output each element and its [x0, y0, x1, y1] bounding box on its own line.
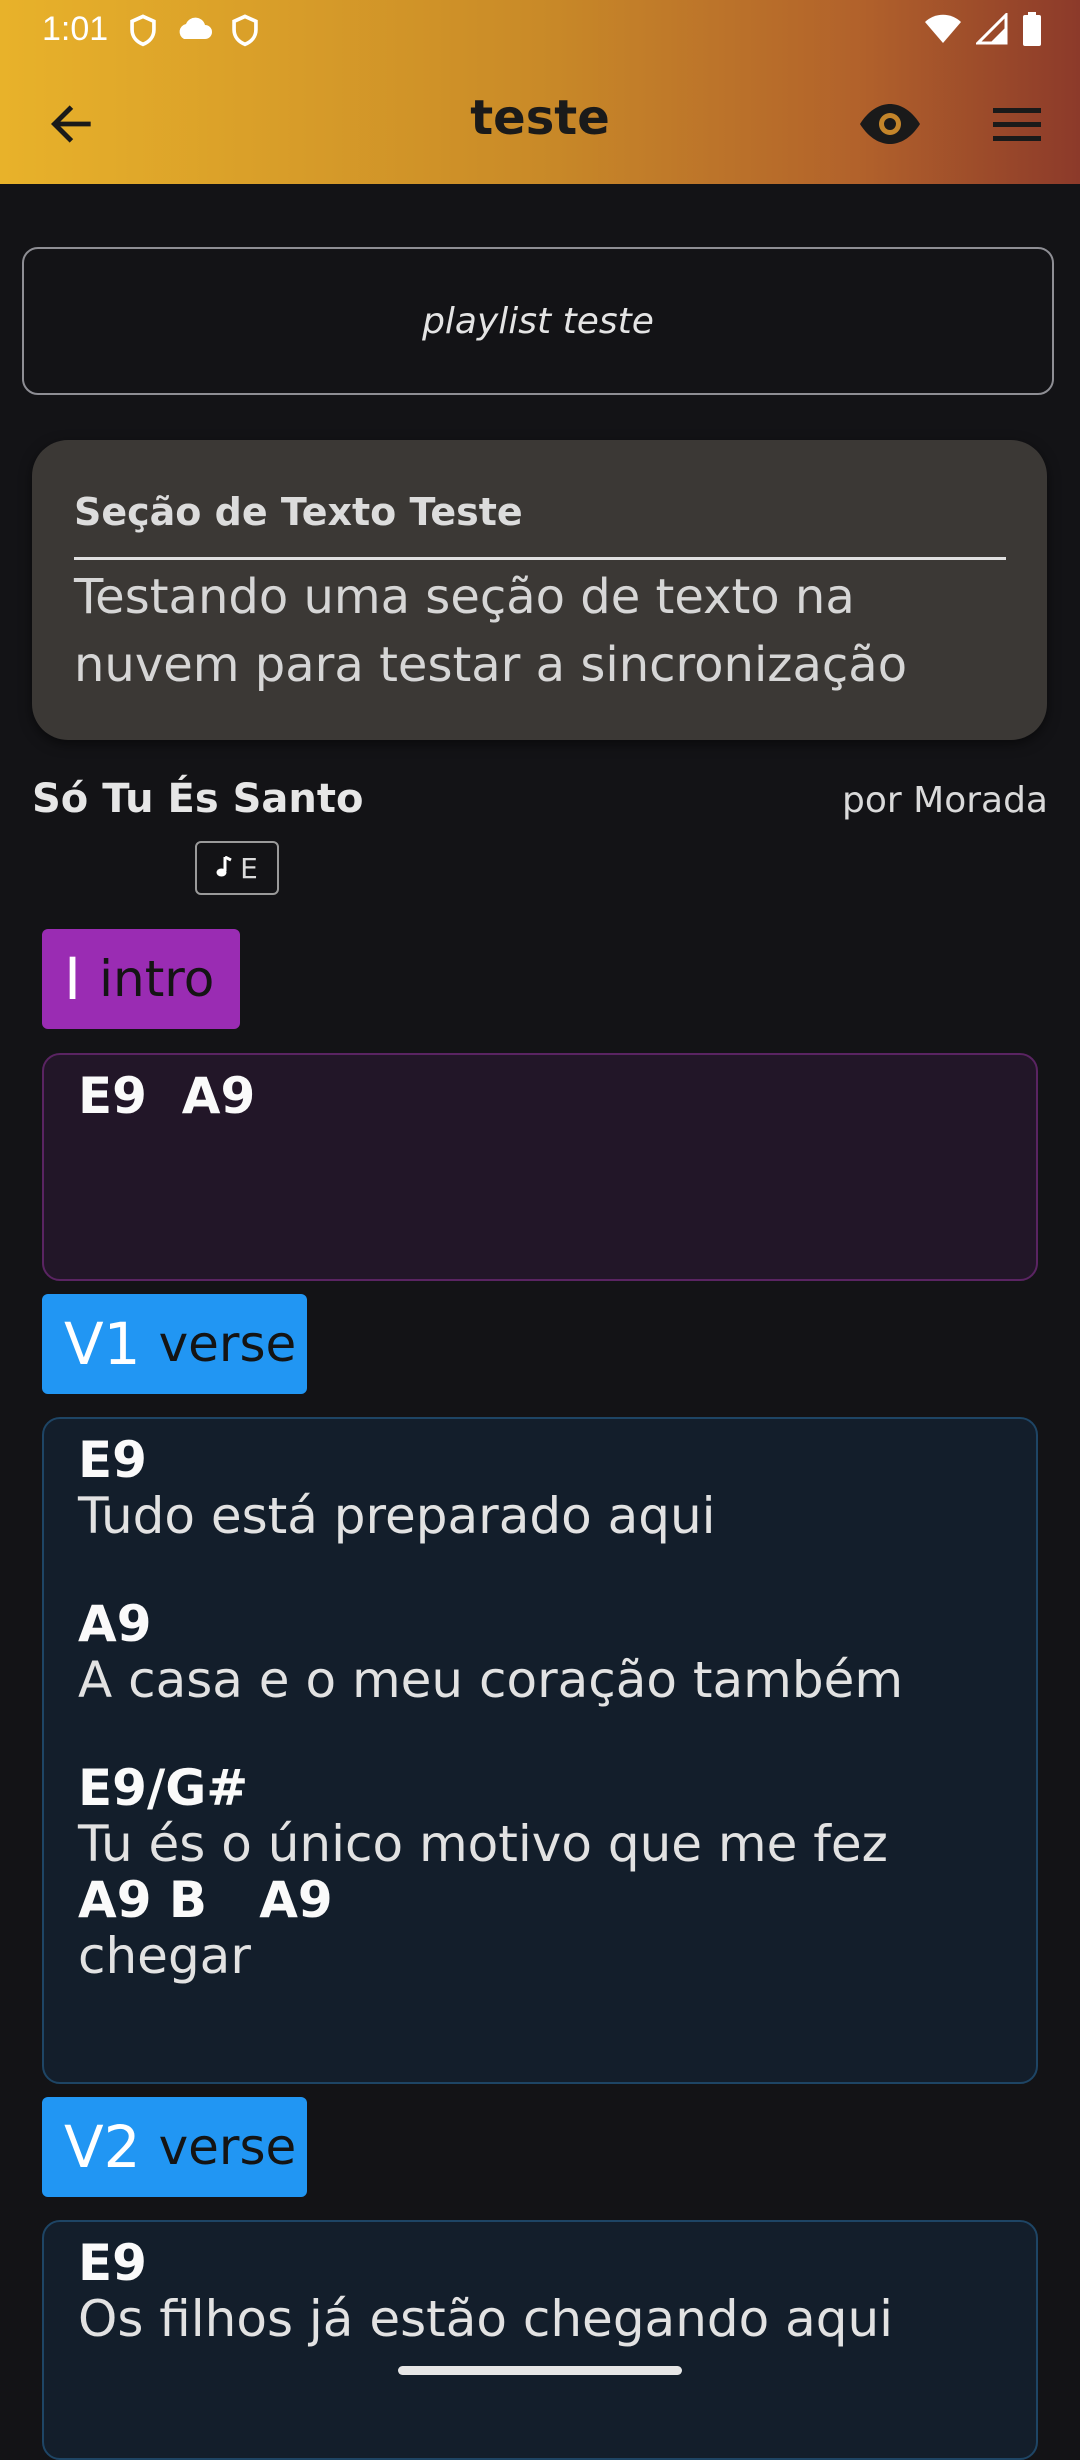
song-key: E — [240, 851, 258, 885]
music-note-icon — [216, 852, 232, 885]
lyric-line: chegar — [78, 1927, 251, 1985]
lyric-line: Tu és o único motivo que me fez — [78, 1815, 888, 1873]
eye-icon[interactable] — [858, 96, 922, 152]
section-tag-v2[interactable]: V2 verse — [42, 2097, 307, 2197]
status-bar: 1:01 — [0, 0, 1080, 62]
chord-line: A9 — [78, 1595, 152, 1653]
song-author: por Morada — [842, 780, 1048, 821]
section-tag-name: verse — [158, 2118, 297, 2176]
battery-icon — [1022, 12, 1042, 50]
lyric-line: A casa e o meu coração também — [78, 1651, 904, 1709]
section-tag-abbr: I — [64, 945, 82, 1013]
chord-line: E9 — [78, 2234, 147, 2292]
text-section-title: Seção de Texto Teste — [74, 490, 523, 534]
section-box-intro[interactable]: E9 A9 — [42, 1053, 1038, 1281]
text-section-body: Testando uma seção de texto na nuvem par… — [74, 569, 908, 693]
cloud-icon — [174, 14, 214, 52]
section-box-v2[interactable]: E9 Os filhos já estão chegando aqui — [42, 2220, 1038, 2460]
section-tag-v1[interactable]: V1 verse — [42, 1294, 307, 1394]
hamburger-menu-icon[interactable] — [990, 100, 1044, 148]
section-tag-name: intro — [99, 950, 215, 1008]
shield-icon — [230, 14, 260, 52]
text-section-divider — [74, 557, 1006, 560]
chord-line: E9 — [78, 1431, 147, 1489]
section-tag-abbr: V1 — [64, 1310, 141, 1378]
signal-icon — [974, 11, 1008, 49]
section-box-v1[interactable]: E9 Tudo está preparado aqui A9 A casa e … — [42, 1417, 1038, 2084]
section-tag-intro[interactable]: I intro — [42, 929, 240, 1029]
section-tag-name: verse — [158, 1315, 297, 1373]
wifi-icon — [924, 13, 962, 49]
song-title: Só Tu És Santo — [32, 776, 364, 822]
home-indicator[interactable] — [398, 2366, 682, 2375]
playlist-name: playlist teste — [422, 300, 654, 342]
chord-line: E9 A9 — [78, 1067, 256, 1125]
chord-line: A9 B A9 — [78, 1871, 333, 1929]
lyric-line: Tudo está preparado aqui — [78, 1487, 716, 1545]
playlist-name-box[interactable]: playlist teste — [22, 247, 1054, 395]
shield-icon — [128, 14, 158, 52]
text-section-card[interactable]: Seção de Texto Teste Testando uma seção … — [32, 440, 1047, 740]
section-tag-abbr: V2 — [64, 2113, 141, 2181]
app-bar: 1:01 teste — [0, 0, 1080, 184]
chord-line: E9/G# — [78, 1759, 249, 1817]
lyric-line: Os filhos já estão chegando aqui — [78, 2290, 894, 2348]
song-key-chip[interactable]: E — [195, 841, 279, 895]
status-time: 1:01 — [42, 10, 109, 48]
